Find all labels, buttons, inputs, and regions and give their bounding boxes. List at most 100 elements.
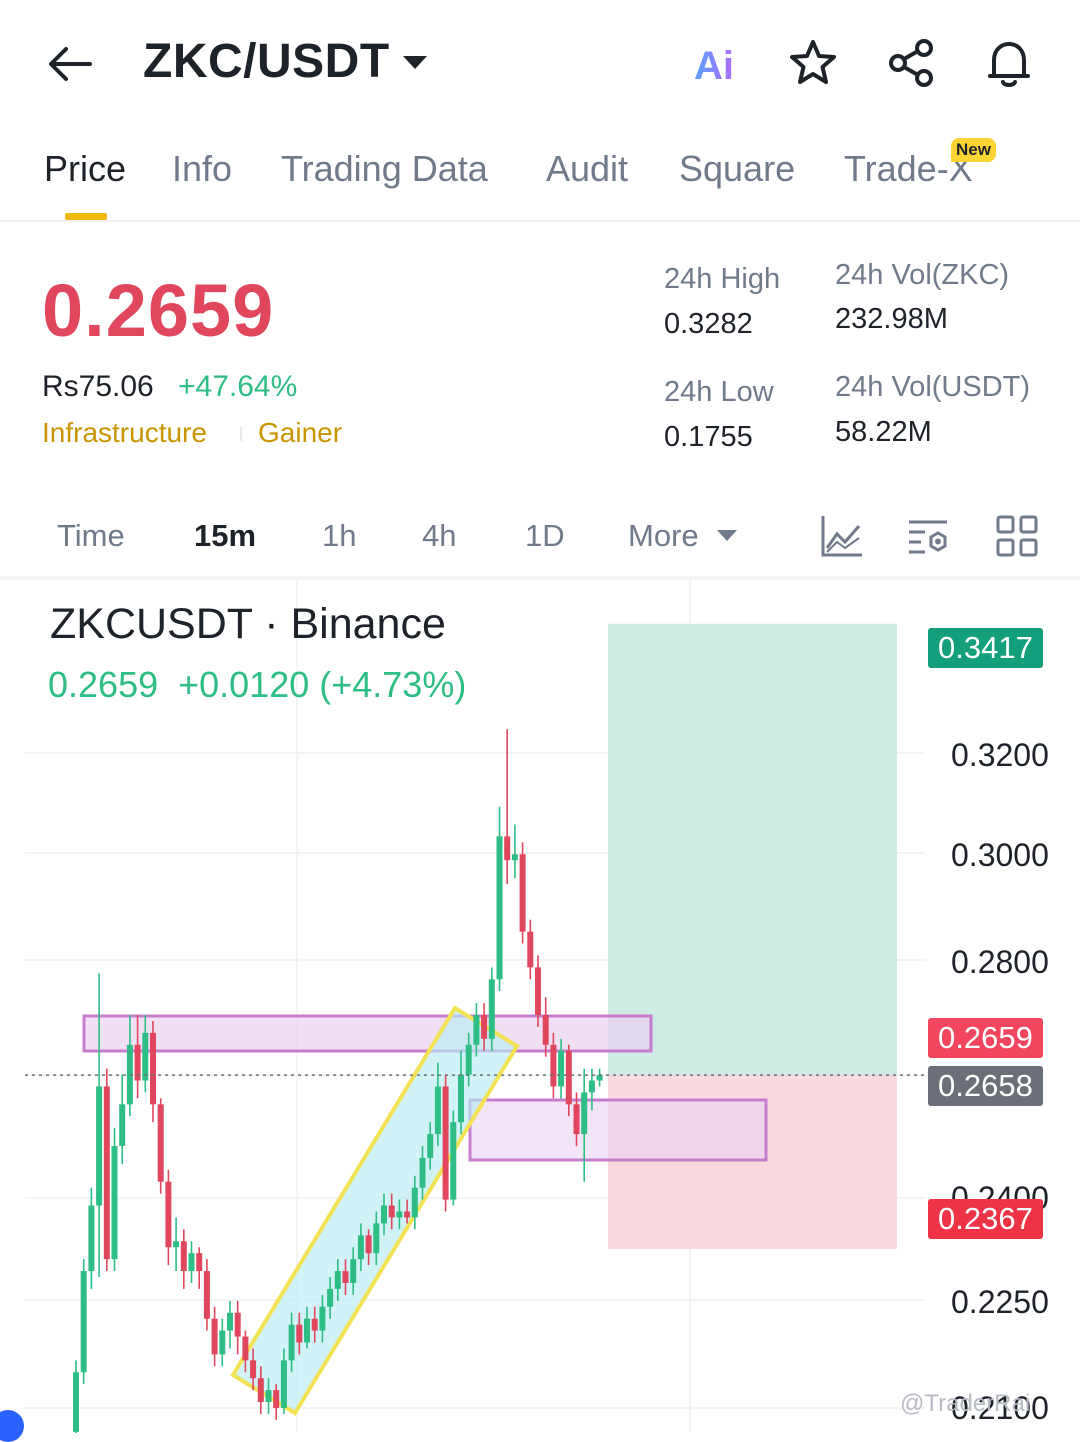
candle-body (442, 1086, 449, 1200)
candle-body (465, 1044, 472, 1075)
chevron-down-icon[interactable] (717, 530, 737, 541)
interval-15m[interactable]: 15m (194, 518, 256, 554)
candle-body (165, 1181, 172, 1248)
candle-body (481, 1015, 488, 1039)
pair-selector[interactable]: ZKC/USDT (143, 34, 390, 89)
candle-body (565, 1050, 572, 1105)
low-label: 24h Low (664, 376, 774, 408)
tab-price[interactable]: Price (44, 148, 126, 190)
candle-body (227, 1312, 233, 1331)
high-label: 24h High (664, 263, 781, 295)
candle-body (296, 1324, 303, 1343)
previous-price-tag: 0.2658 (928, 1066, 1043, 1106)
ai-assistant-icon[interactable]: Ai (694, 44, 734, 89)
fiat-price: Rs75.06 (42, 370, 154, 403)
star-icon[interactable] (786, 36, 840, 90)
tab-trading-data[interactable]: Trading Data (281, 148, 488, 190)
interval-more[interactable]: More (628, 518, 699, 554)
candle-body (103, 1086, 110, 1260)
candle-body (219, 1330, 226, 1355)
candle-body (119, 1104, 126, 1146)
tag-gainer[interactable]: Gainer (258, 417, 342, 449)
candle-body (365, 1235, 372, 1254)
candle-body (250, 1360, 257, 1379)
candle-body (311, 1318, 318, 1331)
indicator-chart-icon[interactable] (818, 512, 866, 560)
candle-body (419, 1157, 426, 1188)
low-value: 0.1755 (664, 421, 753, 453)
candle-body (473, 1015, 480, 1045)
interval-1d[interactable]: 1D (525, 518, 565, 554)
interval-4h[interactable]: 4h (422, 518, 456, 554)
candle-body (242, 1336, 249, 1361)
chart-symbol: ZKCUSDT · Binance (50, 600, 446, 648)
back-arrow-icon[interactable] (44, 38, 96, 90)
y-tick-label: 0.3000 (951, 837, 1049, 873)
candle-body (411, 1187, 418, 1218)
volume-quote-value: 58.22M (835, 416, 932, 448)
take-profit-price-tag: 0.3417 (928, 628, 1043, 668)
candle-body (180, 1241, 187, 1272)
divider (0, 220, 1080, 222)
candle-body (157, 1104, 164, 1182)
candle-body (519, 854, 526, 932)
candle-body (188, 1253, 195, 1272)
new-badge: New (951, 138, 996, 162)
candle-body (373, 1223, 380, 1254)
candle-body (96, 1086, 103, 1206)
candle-body (173, 1241, 180, 1248)
chart-settings-icon[interactable] (905, 512, 953, 560)
candle-body (150, 1032, 156, 1105)
candle-body (211, 1318, 218, 1355)
interval-1h[interactable]: 1h (322, 518, 356, 554)
candle-body (450, 1122, 457, 1200)
candle-body (350, 1259, 357, 1283)
candle-body (542, 1015, 549, 1045)
bell-icon[interactable] (982, 36, 1036, 90)
candle-body (327, 1288, 334, 1307)
tag-infrastructure[interactable]: Infrastructure (42, 417, 207, 449)
stop-loss-price-tag: 0.2367 (928, 1199, 1043, 1239)
volume-base-label: 24h Vol(ZKC) (835, 259, 1010, 291)
chevron-down-icon[interactable] (403, 56, 427, 69)
candle-body (511, 854, 518, 861)
price-chart[interactable] (0, 580, 1080, 1433)
candle-body (73, 1372, 79, 1432)
candle-body (265, 1390, 272, 1403)
candle-body (458, 1074, 464, 1123)
candle-body (434, 1086, 441, 1135)
candle-body (535, 967, 541, 1015)
candle-body (234, 1312, 241, 1337)
tab-audit[interactable]: Audit (546, 148, 628, 190)
candle-body (334, 1271, 341, 1289)
layout-grid-icon[interactable] (993, 512, 1041, 560)
y-tick-label: 0.2800 (951, 944, 1049, 980)
candle-body (280, 1360, 287, 1408)
candle-body (342, 1271, 349, 1283)
tag-separator (240, 427, 242, 441)
last-price: 0.2659 (42, 269, 275, 352)
tab-info[interactable]: Info (172, 148, 232, 190)
watermark: @TraderRai (900, 1390, 1031, 1417)
support-zone (468, 1098, 768, 1162)
candle-body (504, 836, 511, 861)
y-tick-label: 0.2250 (951, 1284, 1049, 1320)
candle-body (596, 1075, 603, 1081)
candle-body (203, 1271, 210, 1319)
candle-body (142, 1032, 149, 1081)
share-icon[interactable] (884, 36, 938, 90)
candle-body (357, 1235, 364, 1260)
candle-body (496, 836, 503, 980)
tab-square[interactable]: Square (679, 148, 795, 190)
high-value: 0.3282 (664, 308, 753, 340)
take-profit-zone (608, 623, 897, 1076)
candle-body (581, 1092, 588, 1135)
price-change-percent: +47.64% (178, 370, 298, 403)
candle-body (550, 1044, 557, 1087)
interval-time[interactable]: Time (57, 518, 125, 554)
candle-body (388, 1205, 395, 1218)
candle-body (558, 1050, 565, 1087)
chart-quote: 0.2659 +0.0120 (+4.73%) (48, 664, 467, 705)
current-price-tag: 0.2659 (928, 1018, 1043, 1058)
candle-body (404, 1211, 411, 1218)
